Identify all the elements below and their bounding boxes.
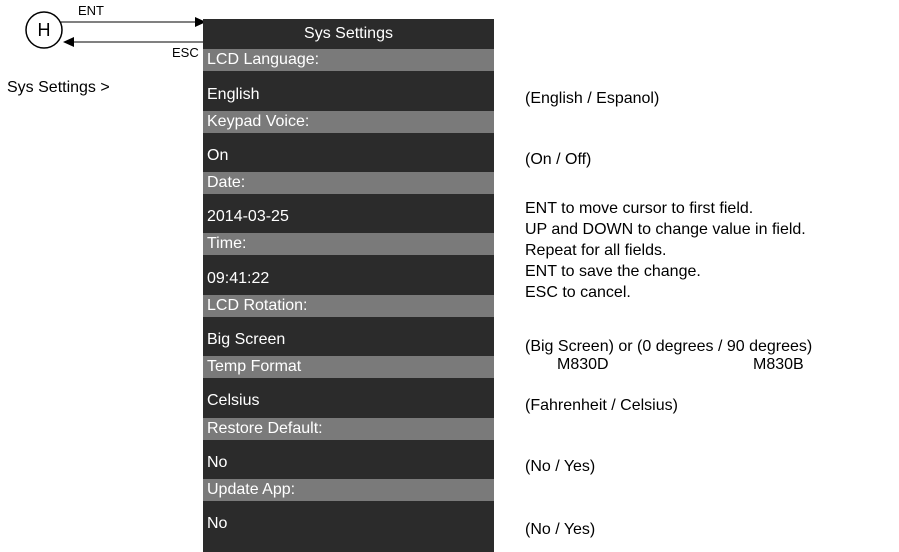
note-update-options: (No / Yes) <box>525 521 596 538</box>
menu-value-lcd-rotation[interactable]: Big Screen <box>203 329 494 351</box>
note-temp-options: (Fahrenheit / Celsius) <box>525 397 678 414</box>
menu-label-lcd-rotation: LCD Rotation: <box>203 295 494 317</box>
menu-value-restore-default[interactable]: No <box>203 452 494 474</box>
note-restore-options: (No / Yes) <box>525 458 596 475</box>
note-language-options: (English / Espanol) <box>525 90 660 107</box>
menu-value-update-app[interactable]: No <box>203 513 494 535</box>
menu-label-temp-format: Temp Format <box>203 356 494 378</box>
note-date-time-line-3: Repeat for all fields. <box>525 242 667 259</box>
note-date-time-line-2: UP and DOWN to change value in field. <box>525 221 806 238</box>
menu-value-date[interactable]: 2014-03-25 <box>203 206 494 228</box>
menu-value-keypad-voice[interactable]: On <box>203 145 494 167</box>
note-rotation-options: (Big Screen) or (0 degrees / 90 degrees) <box>525 338 813 355</box>
note-voice-options: (On / Off) <box>525 151 592 168</box>
note-rotation-model-a: M830D <box>557 356 609 373</box>
note-date-time-line-1: ENT to move cursor to first field. <box>525 200 754 217</box>
menu-label-restore-default: Restore Default: <box>203 418 494 440</box>
menu-label-date: Date: <box>203 172 494 194</box>
note-date-time-line-5: ESC to cancel. <box>525 284 631 301</box>
lcd-menu-panel: Sys Settings LCD Language: English Keypa… <box>203 19 494 552</box>
esc-label: ESC <box>172 45 199 60</box>
breadcrumb: Sys Settings > <box>7 79 110 96</box>
menu-label-keypad-voice: Keypad Voice: <box>203 111 494 133</box>
menu-value-time[interactable]: 09:41:22 <box>203 268 494 290</box>
menu-value-lcd-language[interactable]: English <box>203 84 494 106</box>
note-rotation-model-b: M830B <box>753 356 804 373</box>
menu-label-update-app: Update App: <box>203 479 494 501</box>
menu-label-time: Time: <box>203 233 494 255</box>
menu-title: Sys Settings <box>203 23 494 45</box>
menu-value-temp-format[interactable]: Celsius <box>203 390 494 412</box>
note-date-time-line-4: ENT to save the change. <box>525 263 701 280</box>
home-key-label[interactable]: H <box>34 20 54 40</box>
ent-label: ENT <box>78 3 104 18</box>
menu-label-lcd-language: LCD Language: <box>203 49 494 71</box>
esc-arrow-head <box>63 37 74 47</box>
